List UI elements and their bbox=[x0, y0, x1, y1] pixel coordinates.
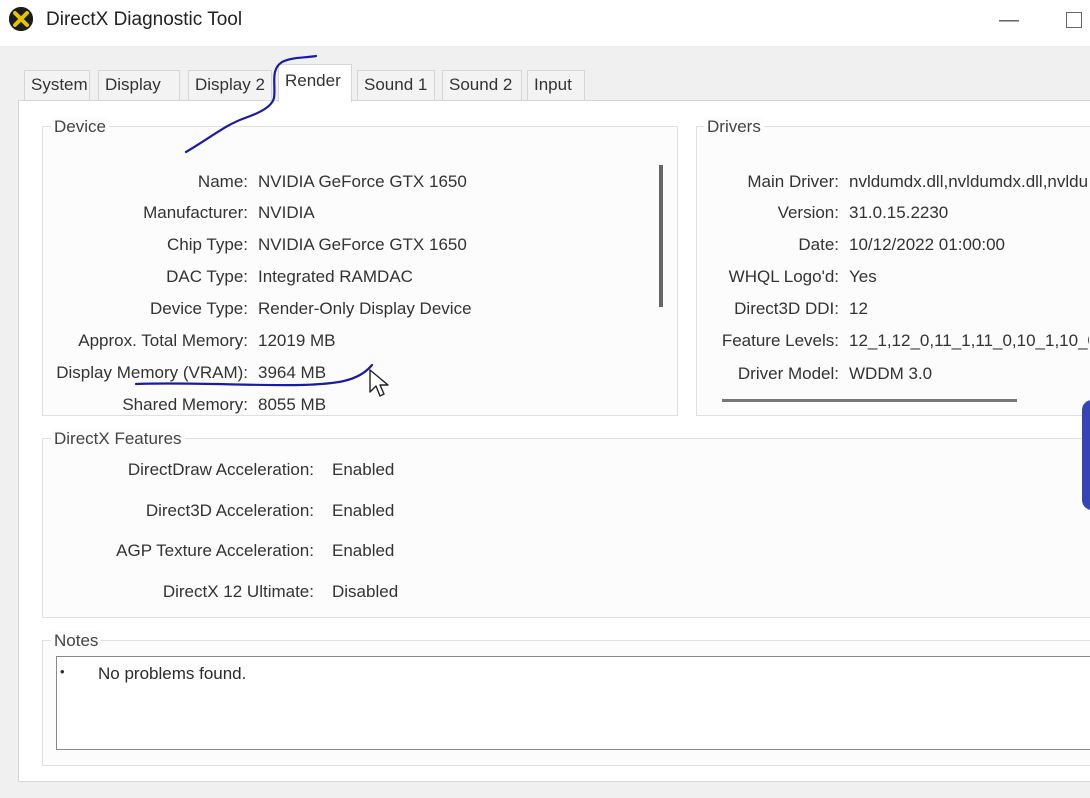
drivers-hscrollbar-thumb[interactable] bbox=[722, 399, 1017, 402]
directx-features-title: DirectX Features bbox=[51, 429, 185, 449]
dac-type-label: DAC Type: bbox=[166, 267, 248, 286]
tab-display-1[interactable]: Display 1 bbox=[98, 70, 180, 122]
device-group-title: Device bbox=[51, 117, 109, 137]
device-name-label: Name: bbox=[197, 172, 248, 191]
agp-value: Enabled bbox=[332, 541, 395, 560]
dx12-ultimate-label: DirectX 12 Ultimate: bbox=[162, 582, 314, 601]
mouse-pointer-icon bbox=[369, 369, 389, 397]
directx-logo-icon bbox=[9, 7, 33, 31]
tab-label: Sound 1 bbox=[364, 75, 428, 94]
direct3d-label: Direct3D Acceleration: bbox=[145, 501, 314, 520]
dac-type-value: Integrated RAMDAC bbox=[258, 267, 413, 286]
ddi-value: 12 bbox=[849, 299, 868, 318]
device-type-label: Device Type: bbox=[150, 299, 248, 318]
driver-model-value: WDDM 3.0 bbox=[849, 364, 933, 383]
directdraw-value: Enabled bbox=[332, 460, 395, 479]
vram-label: Display Memory (VRAM): bbox=[56, 363, 248, 382]
device-type-value: Render-Only Display Device bbox=[258, 299, 472, 318]
agp-label: AGP Texture Acceleration: bbox=[116, 541, 314, 560]
tab-label: System bbox=[31, 75, 88, 94]
chip-type-value: NVIDIA GeForce GTX 1650 bbox=[258, 235, 467, 254]
total-memory-label: Approx. Total Memory: bbox=[78, 331, 248, 350]
feature-levels-label: Feature Levels: bbox=[721, 331, 839, 350]
tab-label: Sound 2 bbox=[449, 75, 513, 94]
date-value: 10/12/2022 01:00:00 bbox=[849, 235, 1005, 254]
device-scrollbar-thumb[interactable] bbox=[659, 165, 663, 307]
minimize-button[interactable]: — bbox=[994, 6, 1024, 36]
device-name-value: NVIDIA GeForce GTX 1650 bbox=[258, 172, 467, 191]
date-label: Date: bbox=[798, 235, 839, 254]
notes-text: No problems found. bbox=[98, 664, 247, 683]
tab-sound-2[interactable]: Sound 2 bbox=[442, 70, 522, 100]
version-label: Version: bbox=[777, 203, 839, 222]
overlay-edge bbox=[1082, 400, 1090, 510]
tab-render[interactable]: Render bbox=[278, 64, 352, 102]
vram-value: 3964 MB bbox=[258, 363, 327, 382]
tab-input[interactable]: Input bbox=[527, 70, 585, 100]
direct3d-value: Enabled bbox=[332, 501, 395, 520]
version-value: 31.0.15.2230 bbox=[849, 203, 949, 222]
ddi-label: Direct3D DDI: bbox=[734, 299, 839, 318]
main-driver-label: Main Driver: bbox=[747, 172, 839, 191]
window-title: DirectX Diagnostic Tool bbox=[46, 9, 243, 30]
maximize-button[interactable] bbox=[1066, 12, 1082, 28]
chip-type-label: Chip Type: bbox=[167, 235, 248, 254]
tab-label: Display 2 bbox=[195, 75, 265, 94]
shared-memory-value: 8055 MB bbox=[258, 395, 327, 414]
shared-memory-label: Shared Memory: bbox=[122, 395, 248, 414]
notes-title: Notes bbox=[51, 631, 102, 651]
tab-sound-1[interactable]: Sound 1 bbox=[357, 70, 435, 100]
directdraw-label: DirectDraw Acceleration: bbox=[127, 460, 314, 479]
tab-system[interactable]: System bbox=[24, 70, 90, 100]
tab-label: Input bbox=[534, 75, 572, 94]
tab-label: Render bbox=[285, 71, 341, 90]
drivers-group-title: Drivers bbox=[704, 117, 764, 137]
whql-label: WHQL Logo'd: bbox=[728, 267, 839, 286]
tab-display-2[interactable]: Display 2 bbox=[188, 70, 272, 100]
dx12-ultimate-value: Disabled bbox=[332, 582, 399, 601]
whql-value: Yes bbox=[849, 267, 877, 286]
manufacturer-value: NVIDIA bbox=[258, 203, 315, 222]
feature-levels-value: 12_1,12_0,11_1,11_0,10_1,10_0 bbox=[849, 331, 1089, 350]
main-driver-value: nvldumdx.dll,nvldumdx.dll,nvldumdx.dll bbox=[849, 172, 1089, 191]
notes-bullet: • bbox=[60, 664, 65, 679]
manufacturer-label: Manufacturer: bbox=[143, 203, 248, 222]
total-memory-value: 12019 MB bbox=[258, 331, 336, 350]
driver-model-label: Driver Model: bbox=[737, 364, 839, 383]
